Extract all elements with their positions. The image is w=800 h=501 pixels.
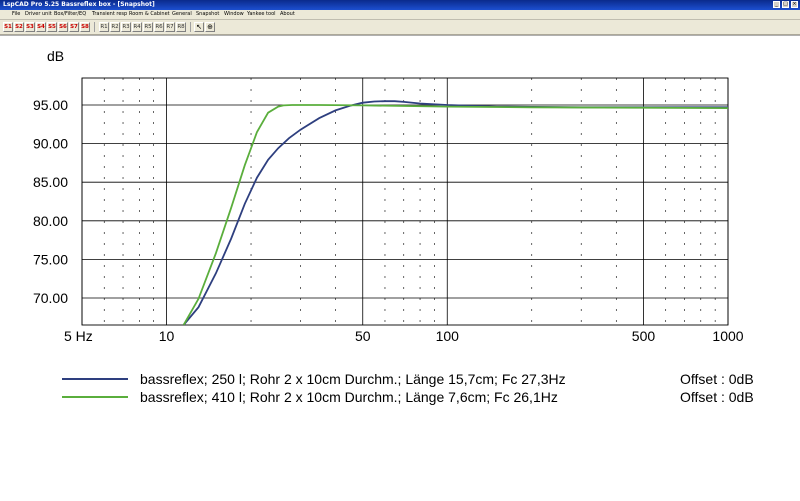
cursor-icon[interactable]: ↖ <box>194 22 204 32</box>
menu-snapshot[interactable]: Snapshot <box>196 10 219 19</box>
y-tick-label: 90.00 <box>33 136 68 152</box>
recall-button-r4[interactable]: R4 <box>132 22 142 32</box>
menu-box-filter-eq[interactable]: Box/Filter/EQ <box>54 10 86 19</box>
y-axis-unit-label: dB <box>47 48 64 64</box>
snapshot-button-s5[interactable]: S5 <box>47 22 57 32</box>
chart-grid <box>81 77 729 326</box>
y-tick-label: 80.00 <box>33 213 68 229</box>
legend-label-1: bassreflex; 250 l; Rohr 2 x 10cm Durchm.… <box>140 371 566 387</box>
plot-frame <box>81 77 729 326</box>
snapshot-button-s3[interactable]: S3 <box>25 22 35 32</box>
menu-general[interactable]: General <box>172 10 192 19</box>
window-title-bar[interactable]: LspCAD Pro 5.25 Bassreflex box - [Snapsh… <box>0 0 800 10</box>
series-line-2 <box>182 104 728 325</box>
snapshot-button-s1[interactable]: S1 <box>3 22 13 32</box>
y-tick-label: 85.00 <box>33 174 68 190</box>
recall-button-r3[interactable]: R3 <box>121 22 131 32</box>
menu-transient-resp[interactable]: Transient resp <box>92 10 127 19</box>
zoom-icon[interactable]: ⊕ <box>205 22 215 32</box>
snapshot-button-s4[interactable]: S4 <box>36 22 46 32</box>
menu-yankee-tool[interactable]: Yankee tool <box>247 10 276 19</box>
menu-window[interactable]: Window <box>224 10 244 19</box>
menu-driver-unit[interactable]: Driver unit <box>25 10 52 19</box>
recall-button-r2[interactable]: R2 <box>110 22 120 32</box>
snapshot-button-s7[interactable]: S7 <box>69 22 79 32</box>
close-button[interactable]: × <box>791 1 798 8</box>
toolbar: S1 S2 S3 S4 S5 S6 S7 S8 R1 R2 R3 R4 R5 R… <box>0 20 800 35</box>
chart-series <box>182 100 728 325</box>
x-tick-label: 10 <box>159 328 175 344</box>
legend-offset-1: Offset : 0dB <box>680 371 754 387</box>
x-tick-label: 50 <box>355 328 371 344</box>
y-tick-label: 75.00 <box>33 251 68 267</box>
window-title: LspCAD Pro 5.25 Bassreflex box - [Snapsh… <box>3 1 155 8</box>
legend-label-2: bassreflex; 410 l; Rohr 2 x 10cm Durchm.… <box>140 389 558 405</box>
menu-file[interactable]: File <box>12 10 20 19</box>
menu-bar: File Driver unit Box/Filter/EQ Transient… <box>0 10 800 20</box>
recall-button-r7[interactable]: R7 <box>165 22 175 32</box>
recall-button-r8[interactable]: R8 <box>176 22 186 32</box>
x-tick-label: 1000 <box>712 328 743 344</box>
frequency-response-chart: dB 70.00 75.00 80.00 85.00 90.00 95.00 5 Hz 10 50… <box>33 48 754 405</box>
y-tick-label: 95.00 <box>33 97 68 113</box>
snapshot-button-s6[interactable]: S6 <box>58 22 68 32</box>
series-line-1 <box>182 100 728 325</box>
chart-legend: bassreflex; 250 l; Rohr 2 x 10cm Durchm.… <box>62 371 754 405</box>
recall-button-r1[interactable]: R1 <box>99 22 109 32</box>
menu-room-cabinet[interactable]: Room & Cabinet <box>129 10 170 19</box>
menu-about[interactable]: About <box>280 10 295 19</box>
recall-button-r5[interactable]: R5 <box>143 22 153 32</box>
x-tick-label: 5 Hz <box>64 328 93 344</box>
maximize-button[interactable]: □ <box>782 1 789 8</box>
snapshot-button-s8[interactable]: S8 <box>80 22 90 32</box>
snapshot-button-s2[interactable]: S2 <box>14 22 24 32</box>
x-tick-label: 100 <box>436 328 460 344</box>
legend-offset-2: Offset : 0dB <box>680 389 754 405</box>
toolbar-separator <box>94 22 95 32</box>
x-tick-label: 500 <box>632 328 656 344</box>
recall-button-r6[interactable]: R6 <box>154 22 164 32</box>
y-tick-label: 70.00 <box>33 290 68 306</box>
minimize-button[interactable]: _ <box>773 1 780 8</box>
toolbar-separator <box>190 22 191 32</box>
